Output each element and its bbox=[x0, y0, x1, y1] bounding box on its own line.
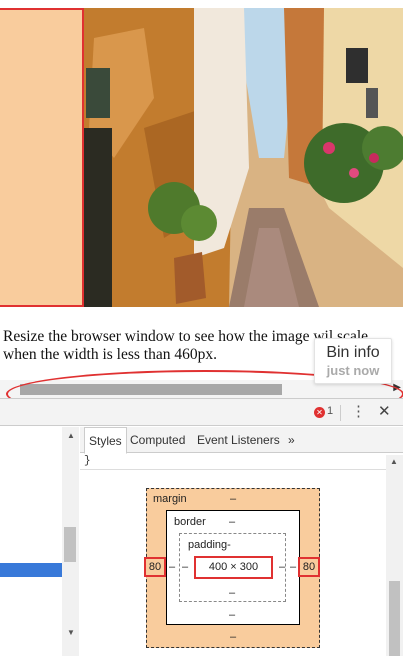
content-dimensions[interactable]: 400 × 300 bbox=[196, 558, 271, 577]
margin-highlight-overlay bbox=[0, 8, 84, 307]
padding-left-value[interactable]: – bbox=[182, 561, 188, 573]
margin-left-value[interactable]: 80 bbox=[144, 557, 166, 577]
section-divider bbox=[80, 469, 386, 470]
tab-styles[interactable]: Styles bbox=[84, 427, 127, 454]
error-count[interactable]: 1 bbox=[327, 405, 333, 417]
bin-info-badge[interactable]: Bin info just now bbox=[314, 338, 392, 384]
bin-info-title: Bin info bbox=[326, 344, 380, 361]
styles-scroll-up-icon[interactable]: ▲ bbox=[390, 457, 398, 466]
tab-computed[interactable]: Computed bbox=[130, 427, 185, 453]
page-preview: Resize the browser window to see how the… bbox=[0, 0, 403, 398]
styles-scrollbar-thumb[interactable] bbox=[389, 581, 400, 656]
padding-bottom-value[interactable]: – bbox=[229, 587, 235, 599]
selected-dom-node[interactable] bbox=[0, 563, 62, 577]
styles-scrollbar[interactable]: ▲ bbox=[386, 455, 403, 656]
border-label: border bbox=[174, 516, 206, 528]
margin-label: margin bbox=[153, 493, 187, 505]
dom-scroll-up-icon[interactable]: ▲ bbox=[67, 431, 75, 440]
close-devtools-icon[interactable]: ✕ bbox=[378, 402, 391, 420]
scroll-right-arrow-icon[interactable]: ▶ bbox=[393, 382, 401, 393]
box-model-content[interactable]: 400 × 300 bbox=[194, 556, 273, 579]
dom-tree-pane: ▲ ▼ bbox=[0, 427, 79, 656]
bin-info-timestamp: just now bbox=[326, 363, 380, 378]
border-bottom-value[interactable]: – bbox=[229, 609, 235, 621]
sidebar-tabs: Styles Computed Event Listeners » bbox=[80, 427, 403, 454]
street-photo bbox=[84, 8, 403, 307]
border-top-value[interactable]: – bbox=[229, 516, 235, 528]
margin-top-value[interactable]: – bbox=[230, 493, 236, 505]
closing-brace: } bbox=[84, 455, 91, 467]
margin-bottom-value[interactable]: – bbox=[230, 631, 236, 643]
more-options-icon[interactable]: ⋮ bbox=[351, 402, 366, 420]
error-icon[interactable]: ✕ bbox=[314, 407, 325, 418]
border-right-value[interactable]: – bbox=[290, 561, 296, 573]
dom-scrollbar-thumb[interactable] bbox=[64, 527, 76, 562]
border-left-value[interactable]: – bbox=[169, 561, 175, 573]
padding-label: padding- bbox=[188, 539, 231, 551]
tab-event-listeners[interactable]: Event Listeners bbox=[197, 427, 280, 453]
styles-pane: Styles Computed Event Listeners » } ▲ ma… bbox=[80, 427, 403, 656]
scrollbar-thumb[interactable] bbox=[20, 384, 282, 395]
toolbar-divider bbox=[340, 405, 341, 421]
margin-right-value[interactable]: 80 bbox=[298, 557, 320, 577]
padding-right-value[interactable]: – bbox=[279, 561, 285, 573]
dom-scroll-down-icon[interactable]: ▼ bbox=[67, 628, 75, 637]
devtools-toolbar: ✕ 1 ⋮ ✕ bbox=[0, 398, 403, 426]
more-tabs-icon[interactable]: » bbox=[288, 427, 295, 453]
